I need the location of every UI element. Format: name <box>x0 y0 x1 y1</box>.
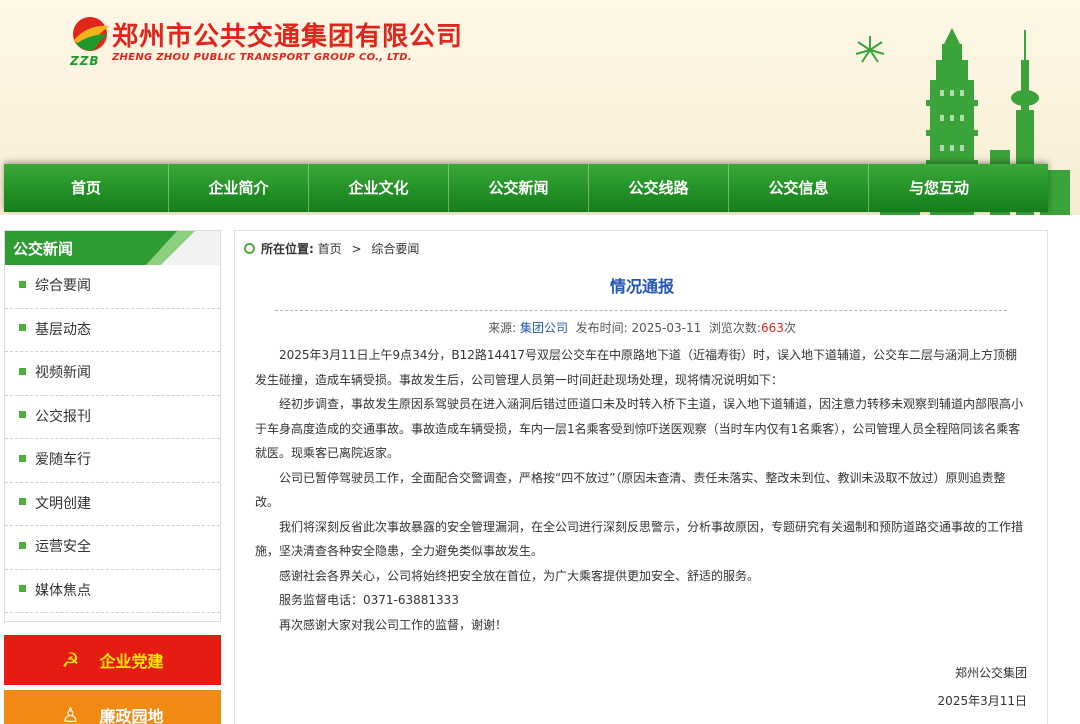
sidebar-item-media[interactable]: 媒体焦点 <box>5 570 220 613</box>
nav-item-culture[interactable]: 企业文化 <box>309 164 449 212</box>
sidebar-item-label: 运营安全 <box>35 539 91 555</box>
sidebar-header: 公交新闻 <box>5 231 220 265</box>
sidebar-item-video-news[interactable]: 视频新闻 <box>5 352 220 396</box>
location-icon <box>244 243 255 254</box>
nav-item-about[interactable]: 企业简介 <box>169 164 309 212</box>
main-navigation: 首页 企业简介 企业文化 公交新闻 公交线路 公交信息 与您互动 <box>4 164 1048 212</box>
sidebar-item-newspaper[interactable]: 公交报刊 <box>5 396 220 439</box>
article-paragraph: 公司已暂停驾驶员工作，全面配合交警调查，严格按“四不放过”（原因未查清、责任未落… <box>255 470 1006 510</box>
date-label: 发布时间: <box>575 321 628 335</box>
breadcrumb-separator: > <box>351 242 362 256</box>
sidebar-item-label: 综合要闻 <box>35 278 91 294</box>
nav-item-routes[interactable]: 公交线路 <box>589 164 729 212</box>
bullet-icon <box>19 411 26 418</box>
nav-item-interact[interactable]: 与您互动 <box>869 164 1009 212</box>
views-label: 浏览次数: <box>708 321 761 335</box>
bullet-icon <box>19 585 26 592</box>
logo-emblem-icon <box>73 17 110 51</box>
title-divider <box>275 310 1007 311</box>
sidebar-item-label: 媒体焦点 <box>35 582 91 599</box>
article-paragraph: 经初步调查，事故发生原因系驾驶员在进入涵洞后错过匝道口未及时转入桥下主道，误入地… <box>255 397 1024 460</box>
hammer-sickle-icon: ☭ <box>61 648 80 672</box>
integrity-label: 廉政园地 <box>99 707 164 724</box>
article-body: 2025年3月11日上午9点34分，B12路14417号双层公交车在中原路地下道… <box>255 343 1027 637</box>
article-meta: 来源: 集团公司 发布时间: 2025-03-11 浏览次数:663次 <box>235 319 1049 336</box>
bullet-icon <box>19 324 26 331</box>
article-signature: 郑州公交集团 2025年3月11日 <box>938 659 1027 715</box>
article-paragraph: 我们将深刻反省此次事故暴露的安全管理漏洞，在全公司进行深刻反思警示，分析事故原因… <box>255 519 1024 559</box>
bullet-icon <box>19 280 26 288</box>
source-link[interactable]: 集团公司 <box>520 321 568 335</box>
sidebar-item-general-news[interactable]: 综合要闻 <box>5 265 220 309</box>
sidebar: 公交新闻 综合要闻 基层动态 视频新闻 公交报刊 爱随车行 文明创建 运营安全 … <box>4 230 221 622</box>
integrity-icon: ♙ <box>61 703 80 724</box>
signature-org: 郑州公交集团 <box>954 666 1027 680</box>
bullet-icon <box>19 367 26 375</box>
sidebar-item-civility[interactable]: 文明创建 <box>5 483 220 526</box>
signature-date: 2025年3月11日 <box>937 694 1027 708</box>
publish-date: 2025-03-11 <box>631 321 702 335</box>
bullet-icon <box>19 454 26 462</box>
sidebar-item-label: 文明创建 <box>35 495 91 512</box>
sidebar-item-grassroots[interactable]: 基层动态 <box>5 309 220 352</box>
breadcrumb-home[interactable]: 首页 <box>318 242 342 256</box>
nav-item-news[interactable]: 公交新闻 <box>449 164 589 212</box>
company-logo[interactable]: ZZB 郑州市公共交通集团有限公司 ZHENG ZHOU PUBLIC TRAN… <box>70 14 462 70</box>
article-panel: 所在位置: 首页 > 综合要闻 情况通报 来源: 集团公司 发布时间: 2025… <box>234 230 1048 724</box>
bullet-icon <box>19 541 26 549</box>
views-unit: 次 <box>783 321 796 335</box>
article-paragraph: 感谢社会各界关心，公司将始终把安全放在首位，为广大乘客提供更加安全、舒适的服务。 <box>279 568 760 583</box>
company-name-en: ZHENG ZHOU PUBLIC TRANSPORT GROUP CO., L… <box>112 52 413 63</box>
article-paragraph: 2025年3月11日上午9点34分，B12路14417号双层公交车在中原路地下道… <box>255 348 1018 387</box>
sidebar-item-ride-along[interactable]: 爱随车行 <box>5 439 220 483</box>
article-paragraph: 再次感谢大家对我公司工作的监督，谢谢！ <box>279 617 508 632</box>
logo-abbreviation: ZZB <box>70 54 100 68</box>
breadcrumb: 所在位置: 首页 > 综合要闻 <box>244 240 419 257</box>
sidebar-item-safety[interactable]: 运营安全 <box>5 526 220 570</box>
sidebar-item-label: 基层动态 <box>35 321 91 338</box>
sidebar-item-label: 公交报刊 <box>35 408 91 425</box>
article-paragraph: 服务监督电话：0371-63881333 <box>279 593 459 607</box>
breadcrumb-current[interactable]: 综合要闻 <box>371 242 419 256</box>
company-name-cn: 郑州市公共交通集团有限公司 <box>112 22 464 52</box>
bullet-icon <box>19 498 26 505</box>
sidebar-item-label: 视频新闻 <box>35 365 91 381</box>
sidebar-title: 公交新闻 <box>13 240 74 258</box>
article-title: 情况通报 <box>609 277 674 296</box>
nav-item-info[interactable]: 公交信息 <box>729 164 869 212</box>
party-building-button[interactable]: ☭ 企业党建 <box>4 635 221 685</box>
sidebar-item-label: 爱随车行 <box>35 452 91 468</box>
integrity-button[interactable]: ♙ 廉政园地 <box>4 690 221 724</box>
nav-item-home[interactable]: 首页 <box>4 164 169 212</box>
views-count: 663 <box>760 321 784 335</box>
source-label: 来源: <box>488 321 517 335</box>
breadcrumb-label: 所在位置: <box>261 242 314 256</box>
party-building-label: 企业党建 <box>99 652 164 671</box>
